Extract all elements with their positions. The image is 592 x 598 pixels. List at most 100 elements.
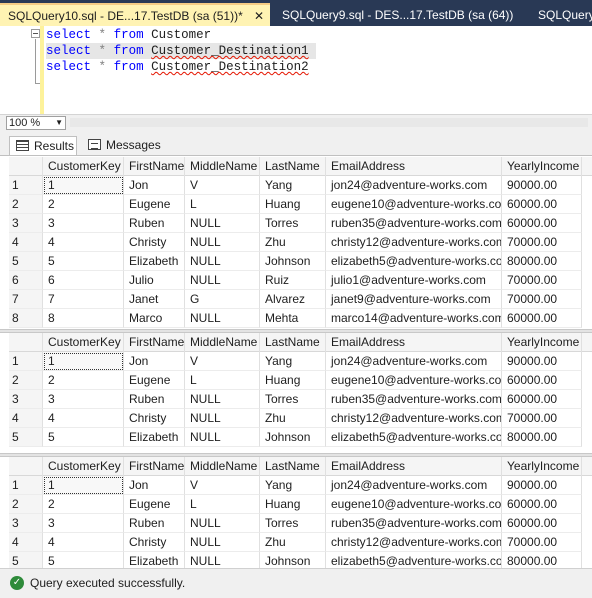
code-line-2[interactable]: select * from Customer_Destination1 [46,43,317,59]
cell-customer-key[interactable]: 3 [43,514,124,533]
cell-first-name[interactable]: Eugene [124,495,185,514]
cell-customer-key[interactable]: 2 [43,371,124,390]
row-number-cell[interactable]: 4 [9,409,43,428]
cell-email-address[interactable]: marco14@adventure-works.com [326,309,502,328]
cell-first-name[interactable]: Ruben [124,390,185,409]
cell-middle-name[interactable]: NULL [185,390,260,409]
cell-yearly-income[interactable]: 70000.00 [502,409,582,428]
column-header-last-name[interactable]: LastName [260,333,326,352]
column-header-row-number[interactable] [9,157,43,176]
cell-email-address[interactable]: jon24@adventure-works.com [326,476,502,495]
cell-first-name[interactable]: Eugene [124,371,185,390]
cell-customer-key[interactable]: 3 [43,390,124,409]
cell-middle-name[interactable]: L [185,495,260,514]
cell-last-name[interactable]: Zhu [260,409,326,428]
cell-customer-key[interactable]: 5 [43,428,124,447]
column-header-email-address[interactable]: EmailAddress [326,157,502,176]
cell-middle-name[interactable]: L [185,195,260,214]
cell-customer-key[interactable]: 7 [43,290,124,309]
column-header-yearly-income[interactable]: YearlyIncome [502,157,582,176]
cell-customer-key[interactable]: 1 [43,176,124,195]
cell-last-name[interactable]: Huang [260,495,326,514]
table-row[interactable]: 4 4 Christy NULL Zhu christy12@adventure-work… [9,533,592,552]
cell-email-address[interactable]: eugene10@adventure-works.com [326,195,502,214]
cell-email-address[interactable]: elizabeth5@adventure-works.com [326,428,502,447]
row-number-cell[interactable]: 2 [9,495,43,514]
cell-email-address[interactable]: jon24@adventure-works.com [326,352,502,371]
chevron-down-icon[interactable]: ▼ [55,117,63,129]
cell-yearly-income[interactable]: 60000.00 [502,514,582,533]
cell-email-address[interactable]: janet9@adventure-works.com [326,290,502,309]
cell-middle-name[interactable]: NULL [185,252,260,271]
cell-last-name[interactable]: Torres [260,390,326,409]
table-row[interactable]: 1 1 Jon V Yang jon24@adventure-works.com 90000… [9,176,592,195]
code-line-3[interactable]: select * from Customer_Destination2 [46,59,309,75]
column-header-row-number[interactable] [9,333,43,352]
cell-customer-key[interactable]: 2 [43,195,124,214]
horizontal-scrollbar[interactable] [70,118,588,127]
cell-yearly-income[interactable]: 70000.00 [502,271,582,290]
cell-first-name[interactable]: Christy [124,533,185,552]
cell-last-name[interactable]: Zhu [260,233,326,252]
tab-sqlquery10[interactable]: SQLQuery10.sql - DE...17.TestDB (sa (51)… [0,3,270,26]
column-header-middle-name[interactable]: MiddleName [185,457,260,476]
cell-email-address[interactable]: eugene10@adventure-works.com [326,371,502,390]
row-number-cell[interactable]: 3 [9,514,43,533]
column-header-last-name[interactable]: LastName [260,157,326,176]
cell-customer-key[interactable]: 1 [43,476,124,495]
row-number-cell[interactable]: 3 [9,390,43,409]
cell-middle-name[interactable]: NULL [185,214,260,233]
column-header-customer-key[interactable]: CustomerKey [43,157,124,176]
table-row[interactable]: 2 2 Eugene L Huang eugene10@adventure-works.c… [9,195,592,214]
cell-email-address[interactable]: elizabeth5@adventure-works.com [326,252,502,271]
cell-first-name[interactable]: Julio [124,271,185,290]
row-number-cell[interactable]: 7 [9,290,43,309]
cell-first-name[interactable]: Elizabeth [124,552,185,568]
table-row[interactable]: 1 1 Jon V Yang jon24@adventure-works.com 90000… [9,476,592,495]
row-number-cell[interactable]: 1 [9,352,43,371]
tab-sqlquery9[interactable]: SQLQuery9.sql - DES...17.TestDB (sa (64)… [274,5,513,26]
cell-customer-key[interactable]: 6 [43,271,124,290]
cell-middle-name[interactable]: NULL [185,514,260,533]
cell-customer-key[interactable]: 4 [43,233,124,252]
cell-yearly-income[interactable]: 60000.00 [502,495,582,514]
cell-middle-name[interactable]: NULL [185,233,260,252]
table-row[interactable]: 3 3 Ruben NULL Torres ruben35@adventure-works… [9,390,592,409]
table-row[interactable]: 5 5 Elizabeth NULL Johnson elizabeth5@adventu… [9,428,592,447]
cell-first-name[interactable]: Ruben [124,214,185,233]
collapse-icon[interactable] [31,29,40,38]
cell-last-name[interactable]: Torres [260,514,326,533]
cell-first-name[interactable]: Elizabeth [124,428,185,447]
table-row[interactable]: 4 4 Christy NULL Zhu christy12@adventure-work… [9,233,592,252]
cell-first-name[interactable]: Ruben [124,514,185,533]
cell-email-address[interactable]: julio1@adventure-works.com [326,271,502,290]
cell-first-name[interactable]: Elizabeth [124,252,185,271]
table-row[interactable]: 5 5 Elizabeth NULL Johnson elizabeth5@adventu… [9,552,592,568]
row-number-cell[interactable]: 2 [9,371,43,390]
cell-last-name[interactable]: Yang [260,352,326,371]
cell-yearly-income[interactable]: 60000.00 [502,309,582,328]
cell-customer-key[interactable]: 2 [43,495,124,514]
cell-yearly-income[interactable]: 90000.00 [502,176,582,195]
table-row[interactable]: 2 2 Eugene L Huang eugene10@adventure-works.c… [9,495,592,514]
table-row[interactable]: 3 3 Ruben NULL Torres ruben35@adventure-works… [9,514,592,533]
cell-yearly-income[interactable]: 80000.00 [502,252,582,271]
cell-middle-name[interactable]: L [185,371,260,390]
cell-last-name[interactable]: Huang [260,371,326,390]
table-row[interactable]: 3 3 Ruben NULL Torres ruben35@adventure-works… [9,214,592,233]
row-number-cell[interactable]: 5 [9,252,43,271]
cell-yearly-income[interactable]: 60000.00 [502,214,582,233]
cell-email-address[interactable]: eugene10@adventure-works.com [326,495,502,514]
cell-yearly-income[interactable]: 70000.00 [502,233,582,252]
column-header-row-number[interactable] [9,457,43,476]
row-number-cell[interactable]: 4 [9,533,43,552]
cell-customer-key[interactable]: 5 [43,552,124,568]
tab-sqlquery-more[interactable]: SQLQuery [530,5,592,26]
column-header-first-name[interactable]: FirstName [124,157,185,176]
table-row[interactable]: 8 8 Marco NULL Mehta marco14@adventure-works.… [9,309,592,328]
cell-yearly-income[interactable]: 80000.00 [502,552,582,568]
column-header-customer-key[interactable]: CustomerKey [43,457,124,476]
tab-results[interactable]: Results [9,136,77,156]
cell-yearly-income[interactable]: 60000.00 [502,390,582,409]
cell-middle-name[interactable]: G [185,290,260,309]
